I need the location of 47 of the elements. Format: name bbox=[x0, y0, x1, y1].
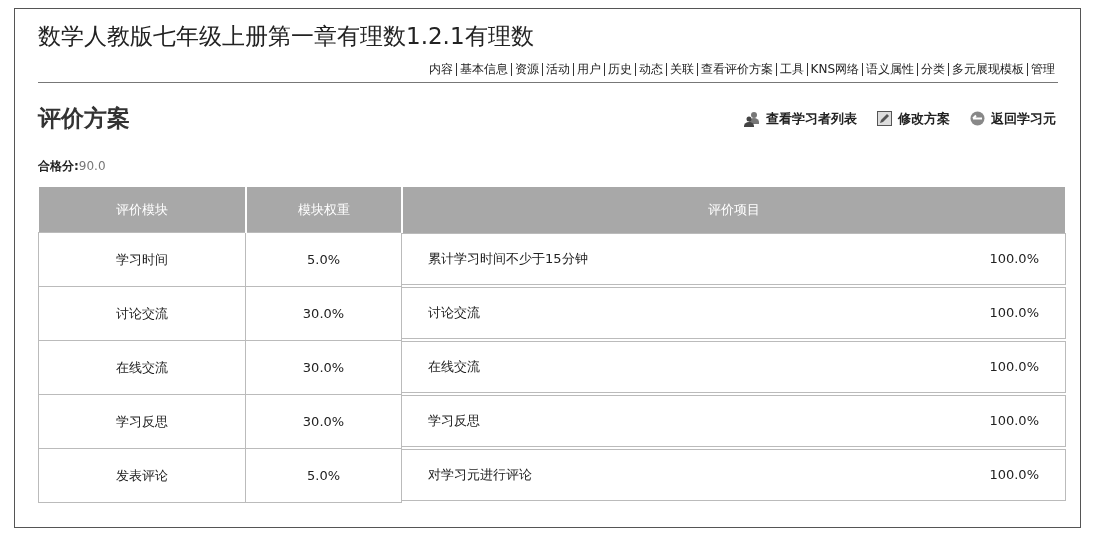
nav-link[interactable]: 历史 bbox=[603, 63, 635, 76]
item-name: 对学习元进行评论 bbox=[428, 465, 532, 484]
table-cell: 5.0% bbox=[245, 448, 402, 503]
item-score: 100.0% bbox=[989, 251, 1039, 266]
action-link[interactable]: 返回学习元 bbox=[970, 109, 1056, 128]
nav-link[interactable]: 资源 bbox=[510, 63, 542, 76]
nav-link[interactable]: 内容 bbox=[425, 63, 456, 76]
column-header: 评价项目 bbox=[401, 187, 1066, 233]
nav-link[interactable]: 管理 bbox=[1027, 63, 1058, 76]
table-cell: 讨论交流 bbox=[38, 286, 246, 341]
nav-link[interactable]: 工具 bbox=[775, 63, 807, 76]
item-name: 累计学习时间不少于15分钟 bbox=[428, 249, 588, 268]
nav-link[interactable]: KNS网络 bbox=[806, 63, 862, 76]
table-cell: 30.0% bbox=[245, 286, 402, 341]
table-cell: 5.0% bbox=[245, 232, 402, 287]
page-title: 数学人教版七年级上册第一章有理数1.2.1有理数 bbox=[38, 22, 535, 51]
nav-link[interactable]: 多元展现模板 bbox=[948, 63, 1027, 76]
table-cell: 学习反思 bbox=[38, 394, 246, 449]
item-name: 在线交流 bbox=[428, 357, 480, 376]
table-cell: 30.0% bbox=[245, 394, 402, 449]
nav-link[interactable]: 关联 bbox=[665, 63, 697, 76]
item-score: 100.0% bbox=[989, 467, 1039, 482]
section-title: 评价方案 bbox=[38, 104, 130, 133]
pass-score: 合格分:90.0 bbox=[38, 158, 107, 175]
column-header: 模块权重 bbox=[245, 187, 402, 233]
edit-icon bbox=[877, 111, 892, 126]
table-cell: 发表评论 bbox=[38, 448, 246, 503]
back-icon bbox=[970, 111, 985, 126]
nav-link[interactable]: 语义属性 bbox=[862, 63, 917, 76]
table-cell: 在线交流 bbox=[38, 340, 246, 395]
item-score: 100.0% bbox=[989, 413, 1039, 428]
nav-link[interactable]: 查看评价方案 bbox=[696, 63, 776, 76]
nav-link[interactable]: 动态 bbox=[634, 63, 666, 76]
action-link[interactable]: 查看学习者列表 bbox=[744, 109, 857, 128]
nav-link[interactable]: 基本信息 bbox=[455, 63, 511, 76]
action-link[interactable]: 修改方案 bbox=[877, 109, 950, 128]
item-score: 100.0% bbox=[989, 305, 1039, 320]
item-score: 100.0% bbox=[989, 359, 1039, 374]
users-icon bbox=[744, 110, 760, 127]
table-cell: 学习时间 bbox=[38, 232, 246, 287]
table-cell: 30.0% bbox=[245, 340, 402, 395]
column-header: 评价模块 bbox=[38, 187, 246, 233]
nav-link[interactable]: 活动 bbox=[541, 63, 573, 76]
nav-link[interactable]: 用户 bbox=[572, 63, 604, 76]
nav-link[interactable]: 分类 bbox=[917, 63, 948, 76]
item-name: 讨论交流 bbox=[428, 303, 480, 322]
item-name: 学习反思 bbox=[428, 411, 480, 430]
